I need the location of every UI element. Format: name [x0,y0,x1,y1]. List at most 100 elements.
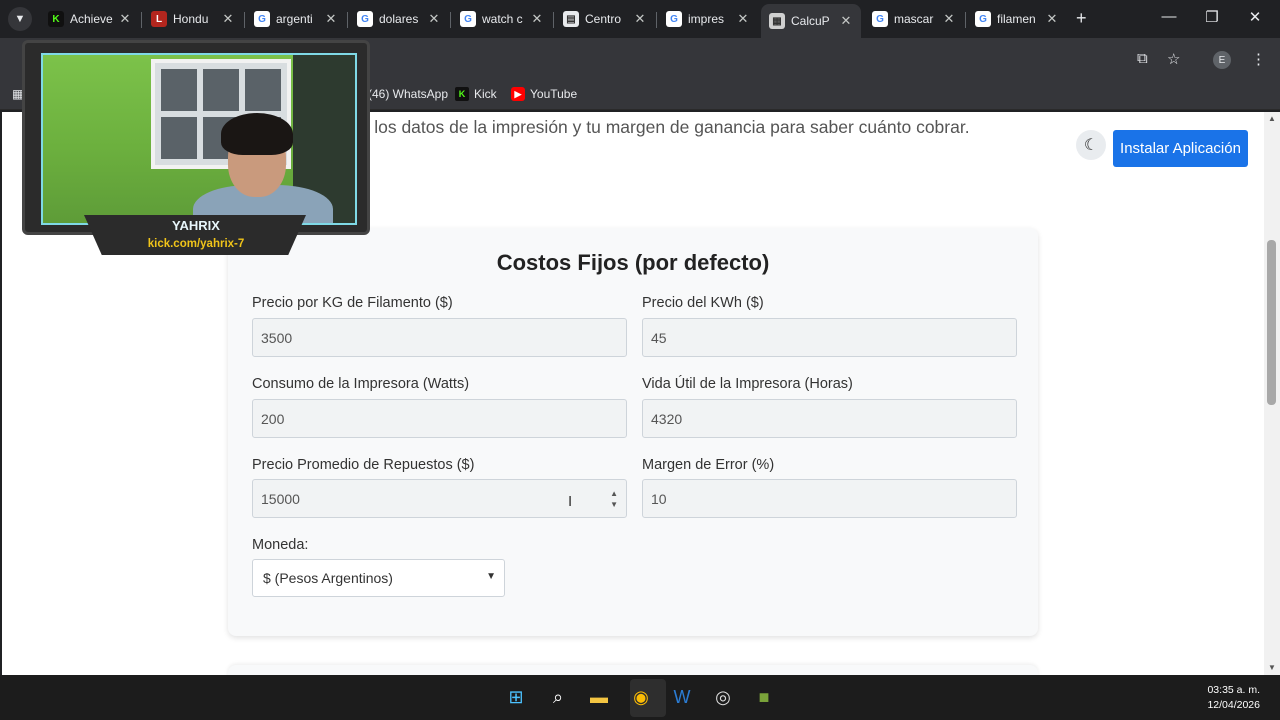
google-icon: G [872,11,888,27]
spare-parts-input[interactable]: 15000 I ▲ ▼ [252,479,627,518]
calc-icon: ▦ [769,13,785,29]
file-explorer-icon[interactable]: ▬ [587,685,611,709]
printer-lifetime-label: Vida Útil de la Impresora (Horas) [642,376,853,392]
close-icon[interactable]: ✕ [1045,11,1059,27]
tab-impres[interactable]: G impres ✕ [658,6,758,32]
tab-achieve[interactable]: K Achieve ✕ [40,6,140,32]
google-icon: G [666,11,682,27]
bookmark-youtube[interactable]: ▶ YouTube [511,87,577,101]
kwh-price-input[interactable]: 45 [642,318,1017,357]
app-badge-icon[interactable]: ◎ [711,685,735,709]
tab-title: mascar [894,12,934,26]
tab-separator [553,12,554,28]
input-value: 45 [651,329,667,346]
close-icon[interactable]: ✕ [427,11,441,27]
taskbar: ⊞ ⌕ ▬ ◉ W ◎ ■ 03:35 a. m. 12/04/2026 [0,675,1280,720]
word-icon[interactable]: W [670,685,694,709]
close-icon[interactable]: ✕ [118,11,132,27]
close-icon[interactable]: ✕ [839,13,853,29]
kick-icon: K [455,87,469,101]
scrollbar-thumb[interactable] [1267,240,1276,405]
search-icon[interactable]: ⌕ [546,685,570,709]
currency-label: Moneda: [252,537,309,553]
close-icon[interactable]: ✕ [530,11,544,27]
close-icon[interactable]: ✕ [942,11,956,27]
google-icon: G [975,11,991,27]
youtube-icon: ▶ [511,87,525,101]
tab-title: CalcuP [791,14,830,28]
fixed-costs-card: Costos Fijos (por defecto) Precio por KG… [228,228,1038,636]
scroll-down-icon[interactable]: ▼ [1268,663,1276,672]
doc-icon: ▤ [563,11,579,27]
filament-price-input[interactable]: 3500 [252,318,627,357]
tab-title: argenti [276,12,313,26]
input-value: 200 [261,410,285,427]
tab-watch[interactable]: G watch c ✕ [452,6,552,32]
tab-dolares[interactable]: G dolares ✕ [349,6,449,32]
kick-icon: K [48,11,64,27]
number-spinner[interactable]: ▲ ▼ [610,488,618,510]
close-icon[interactable]: ✕ [736,11,750,27]
error-margin-input[interactable]: 10 [642,479,1017,518]
input-value: 15000 [261,490,300,507]
close-icon[interactable]: ✕ [633,11,647,27]
webcam-video [41,53,357,225]
close-icon[interactable]: ✕ [221,11,235,27]
minecraft-icon[interactable]: ■ [752,685,776,709]
page-scrollbar[interactable]: ▲ ▼ [1264,112,1280,675]
profile-avatar[interactable]: E [1213,51,1231,69]
select-value: $ (Pesos Argentinos) [263,570,393,586]
bookmark-label: YouTube [530,87,578,101]
clock-date: 12/04/2026 [1207,699,1260,711]
scroll-up-icon[interactable]: ▲ [1268,114,1276,123]
tab-separator [450,12,451,28]
printer-watts-label: Consumo de la Impresora (Watts) [252,376,470,392]
tab-title: Centro [585,12,622,26]
google-icon: G [254,11,270,27]
tab-centro[interactable]: ▤ Centro ✕ [555,6,655,32]
system-clock[interactable]: 03:35 a. m. 12/04/2026 [1207,683,1260,713]
input-value: 10 [651,490,667,507]
tab-title: Achieve [70,12,113,26]
google-icon: G [357,11,373,27]
star-icon[interactable]: ☆ [1167,50,1180,68]
install-app-button[interactable]: Instalar Aplicación [1113,130,1248,167]
tab-separator [347,12,348,28]
tab-separator [244,12,245,28]
printer-watts-input[interactable]: 200 [252,399,627,438]
error-margin-label: Margen de Error (%) [642,457,775,473]
minimize-icon[interactable]: — [1159,8,1179,25]
new-tab-icon[interactable]: + [1076,8,1087,29]
cast-icon[interactable]: ⧉ [1137,50,1148,67]
menu-icon[interactable]: ⋮ [1251,50,1266,68]
spare-parts-label: Precio Promedio de Repuestos ($) [252,457,475,473]
google-icon: G [460,11,476,27]
dark-mode-toggle[interactable]: ☾ [1076,130,1106,160]
tab-calcup[interactable]: ▦ CalcuP ✕ [761,4,861,38]
next-card [228,665,1038,675]
windows-start-icon[interactable]: ⊞ [504,685,528,709]
restore-icon[interactable]: ❐ [1202,8,1222,26]
tab-title: filamen [997,12,1036,26]
tab-title: watch c [482,12,523,26]
tab-strip: ▼ K Achieve ✕ L Hondu ✕ G argenti ✕ G do… [0,0,1280,38]
bookmark-kick[interactable]: K Kick [455,87,497,101]
close-window-icon[interactable]: ✕ [1245,8,1265,26]
tab-argenti[interactable]: G argenti ✕ [246,6,346,32]
printer-lifetime-input[interactable]: 4320 [642,399,1017,438]
chrome-icon[interactable]: ◉ [629,685,653,709]
currency-select[interactable]: $ (Pesos Argentinos) ▼ [252,559,505,597]
close-icon[interactable]: ✕ [324,11,338,27]
bookmark-label: Kick [474,87,497,101]
tab-mascar[interactable]: G mascar ✕ [864,6,964,32]
chevron-down-icon: ▼ [486,571,496,582]
webcam-overlay: YAHRIX kick.com/yahrix-7 [22,40,370,255]
bookmark-whatsapp[interactable]: (46) WhatsApp [368,87,448,101]
tab-title: dolares [379,12,419,26]
tab-search-icon[interactable]: ▼ [8,7,32,31]
tab-filamen[interactable]: G filamen ✕ [967,6,1067,32]
tab-hondu[interactable]: L Hondu ✕ [143,6,243,32]
moon-icon: ☾ [1083,137,1099,154]
tab-title: impres [688,12,725,26]
tab-separator [656,12,657,28]
